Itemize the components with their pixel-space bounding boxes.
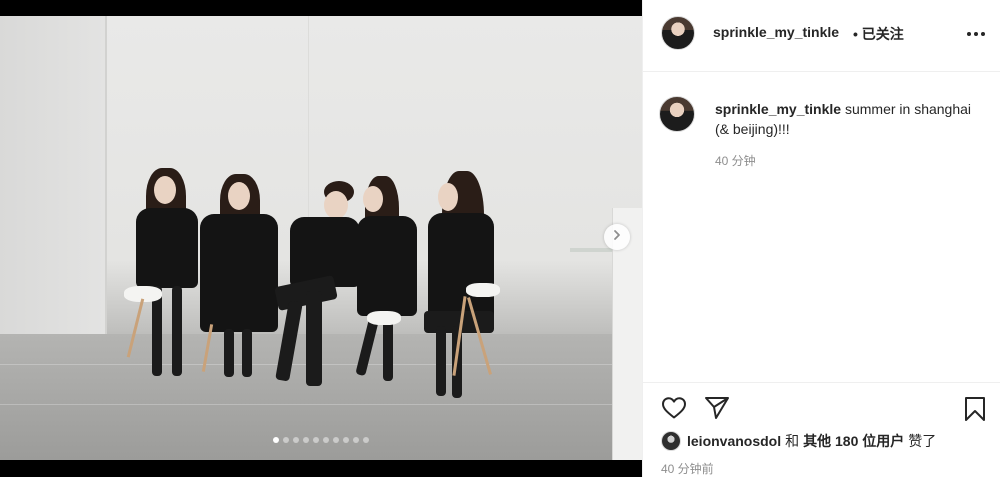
heart-outline-icon[interactable] (661, 396, 687, 425)
more-options-button[interactable] (965, 24, 987, 44)
caption-timestamp[interactable]: 40 分钟 (715, 152, 756, 169)
carousel-dot (313, 437, 319, 443)
carousel-dot (293, 437, 299, 443)
caption-comment: sprinkle_my_tinkle summer in shanghai (&… (643, 72, 1000, 382)
likes-summary: leionvanosdol 和 其他 180 位用户 赞了 (661, 431, 936, 451)
photo-wall (0, 16, 105, 376)
post-media (0, 0, 642, 477)
follow-status[interactable]: • 已关注 (853, 24, 904, 44)
carousel-next-button[interactable] (604, 224, 630, 250)
likes-suffix: 赞了 (908, 433, 937, 449)
photo-person (345, 176, 425, 396)
avatar[interactable] (661, 16, 695, 50)
likes-and: 和 (785, 433, 800, 449)
post-timestamp[interactable]: 40 分钟前 (661, 460, 714, 477)
likes-others-link[interactable]: 其他 180 位用户 (803, 431, 904, 451)
paper-plane-icon[interactable] (704, 396, 730, 425)
ellipsis-icon (967, 32, 971, 36)
carousel-dot (323, 437, 329, 443)
photo-person (418, 171, 508, 411)
avatar[interactable] (661, 431, 681, 451)
carousel-dot (353, 437, 359, 443)
photo-person (200, 174, 280, 384)
header-username[interactable]: sprinkle_my_tinkle (713, 24, 839, 40)
post-photo (0, 16, 642, 460)
likes-username[interactable]: leionvanosdol (687, 433, 781, 449)
carousel-dot (273, 437, 279, 443)
carousel-dot (363, 437, 369, 443)
carousel-dot (303, 437, 309, 443)
carousel-dot (283, 437, 289, 443)
carousel-dot (333, 437, 339, 443)
photo-person (124, 168, 202, 388)
post-panel: sprinkle_my_tinkle • 已关注 sprinkle_my_tin… (642, 0, 1000, 477)
caption-username[interactable]: sprinkle_my_tinkle (715, 101, 841, 117)
bookmark-icon[interactable] (963, 396, 987, 427)
caption: sprinkle_my_tinkle summer in shanghai (&… (715, 99, 975, 139)
carousel-dot (343, 437, 349, 443)
avatar[interactable] (659, 96, 695, 132)
action-bar: leionvanosdol 和 其他 180 位用户 赞了 40 分钟前 (643, 382, 1000, 477)
chevron-right-icon (611, 228, 623, 246)
post-header: sprinkle_my_tinkle • 已关注 (643, 0, 1000, 72)
carousel-indicator (0, 437, 642, 443)
